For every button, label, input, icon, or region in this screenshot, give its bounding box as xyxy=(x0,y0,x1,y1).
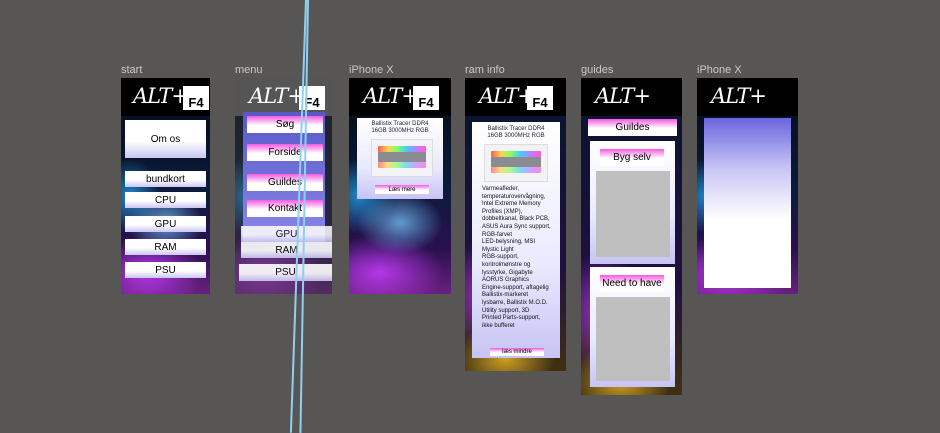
content-panel xyxy=(704,118,791,288)
build-yourself-button[interactable]: Byg selv xyxy=(600,149,664,166)
menu-item-search[interactable]: Søg xyxy=(247,116,323,133)
need-to-have-button[interactable]: Need to have xyxy=(600,275,664,292)
logo-badge: F4 xyxy=(413,86,439,110)
nav-item-psu: PSU xyxy=(239,264,332,281)
app-header: ALT+ xyxy=(697,78,798,116)
about-button[interactable]: Om os xyxy=(125,120,206,158)
logo-text: ALT+ xyxy=(363,84,419,108)
guide-card-need[interactable]: Need to have xyxy=(590,267,675,387)
guide-card-build[interactable]: Byg selv xyxy=(590,141,675,264)
nav-item-psu[interactable]: PSU xyxy=(125,262,206,278)
frame-label-menu: menu xyxy=(235,64,263,76)
nav-item-gpu[interactable]: GPU xyxy=(125,216,206,232)
logo-badge: F4 xyxy=(527,86,553,110)
logo-text: ALT+ xyxy=(711,84,767,108)
logo-text: ALT+ xyxy=(249,84,305,108)
menu-item-guides[interactable]: Guildes xyxy=(247,174,323,191)
nav-item-ram: RAM xyxy=(241,242,332,258)
guide-image-placeholder xyxy=(596,297,670,381)
menu-item-home[interactable]: Forside xyxy=(247,144,323,161)
logo-text: ALT+ xyxy=(595,84,651,108)
read-more-button[interactable]: Læs mere xyxy=(375,185,429,194)
app-header: ALT+ F4 xyxy=(235,78,332,116)
menu-frame: ALT+ F4 GPU RAM PSU Søg Forside Guildes … xyxy=(235,78,332,294)
app-header: ALT+ xyxy=(581,78,682,116)
ram-product-image xyxy=(371,139,433,177)
product-title: Ballistix Tracer DDR4 16GB 3000MHz RGB xyxy=(487,126,545,139)
product-description: Varmeafleder, temperaturovervågning, Int… xyxy=(482,186,551,329)
app-header: ALT+ F4 xyxy=(121,78,210,116)
logo-text: ALT+ xyxy=(133,84,189,108)
frame-label-ram-info: ram info xyxy=(465,64,505,76)
read-less-button[interactable]: læs mindre xyxy=(490,348,544,356)
product-title: Ballistix Tracer DDR4 16GB 3000MHz RGB xyxy=(371,121,429,134)
frame-label-iphone: iPhone X xyxy=(697,64,742,76)
ram-info-frame: ALT+ F4 Ballistix Tracer DDR4 16GB 3000M… xyxy=(465,78,566,371)
iphone-frame-2: ALT+ xyxy=(697,78,798,294)
nav-item-ram[interactable]: RAM xyxy=(125,239,206,255)
frame-label-iphone: iPhone X xyxy=(349,64,394,76)
nav-item-cpu[interactable]: CPU xyxy=(125,192,206,208)
guide-image-placeholder xyxy=(596,171,670,257)
menu-item-contact[interactable]: Kontakt xyxy=(247,200,323,217)
app-header: ALT+ F4 xyxy=(349,78,451,116)
product-card[interactable]: Ballistix Tracer DDR4 16GB 3000MHz RGB L… xyxy=(357,118,443,199)
nav-item-bundkort[interactable]: bundkort xyxy=(125,171,206,187)
logo-text: ALT+ xyxy=(479,84,535,108)
iphone-frame: ALT+ F4 Ballistix Tracer DDR4 16GB 3000M… xyxy=(349,78,451,294)
guides-frame: ALT+ Guildes Byg selv Need to have xyxy=(581,78,682,395)
nav-item-gpu: GPU xyxy=(241,226,332,242)
product-detail-card: Ballistix Tracer DDR4 16GB 3000MHz RGB V… xyxy=(472,122,560,358)
guides-title: Guildes xyxy=(588,119,677,136)
frame-label-guides: guides xyxy=(581,64,614,76)
logo-badge: F4 xyxy=(183,86,209,110)
app-header: ALT+ F4 xyxy=(465,78,566,116)
frame-label-start: start xyxy=(121,64,143,76)
ram-product-image xyxy=(484,144,548,182)
start-frame: ALT+ F4 Om os bundkort CPU GPU RAM PSU xyxy=(121,78,210,294)
